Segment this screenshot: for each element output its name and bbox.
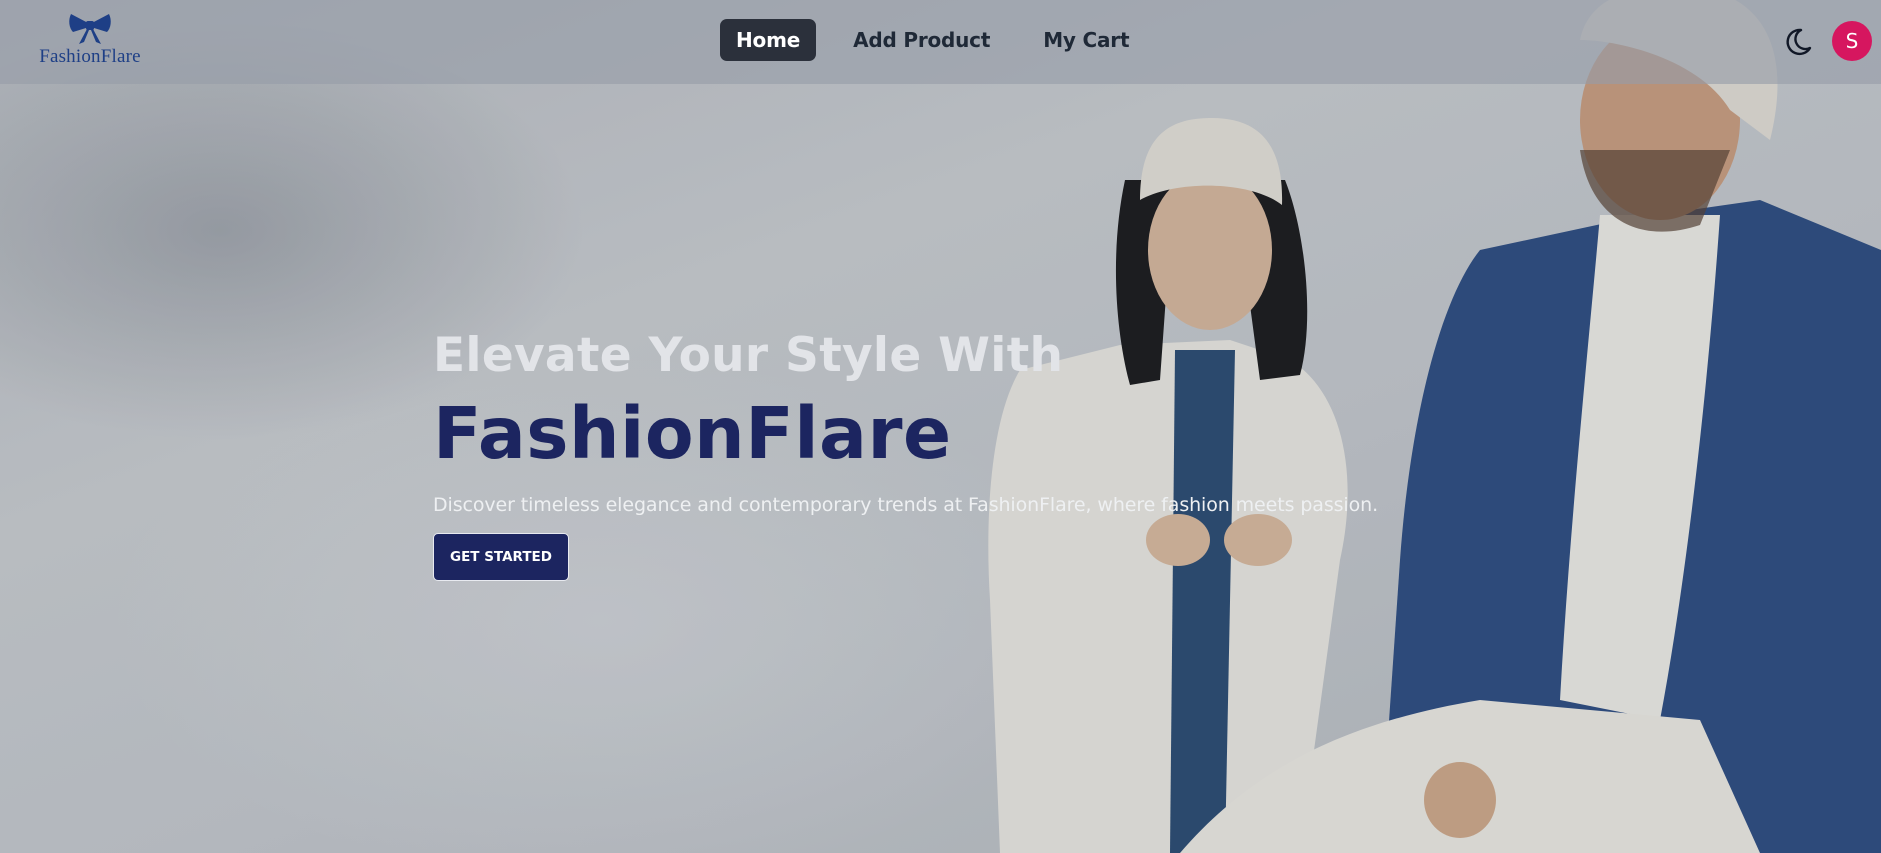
hero-headline: Elevate Your Style With (433, 328, 1064, 383)
nav-my-cart[interactable]: My Cart (1027, 19, 1145, 61)
brand-logo[interactable]: FashionFlare (34, 12, 146, 72)
hero-content: Elevate Your Style With FashionFlare Dis… (433, 326, 1433, 581)
navbar: FashionFlare Home Add Product My Cart S (0, 0, 1881, 84)
theme-toggle-button[interactable] (1779, 24, 1815, 60)
hero-section: Elevate Your Style With FashionFlare Dis… (0, 0, 1881, 853)
bow-icon (69, 14, 111, 44)
brand-name: FashionFlare (39, 46, 141, 67)
nav-links: Home Add Product My Cart (720, 19, 1166, 61)
nav-add-product[interactable]: Add Product (837, 19, 1006, 61)
get-started-button[interactable]: GET STARTED (433, 533, 569, 581)
hero-brand-headline: FashionFlare (433, 392, 952, 475)
nav-home[interactable]: Home (720, 19, 817, 61)
moon-icon (1786, 28, 1812, 56)
user-avatar[interactable]: S (1832, 21, 1872, 61)
hero-subtitle: Discover timeless elegance and contempor… (433, 494, 1379, 516)
